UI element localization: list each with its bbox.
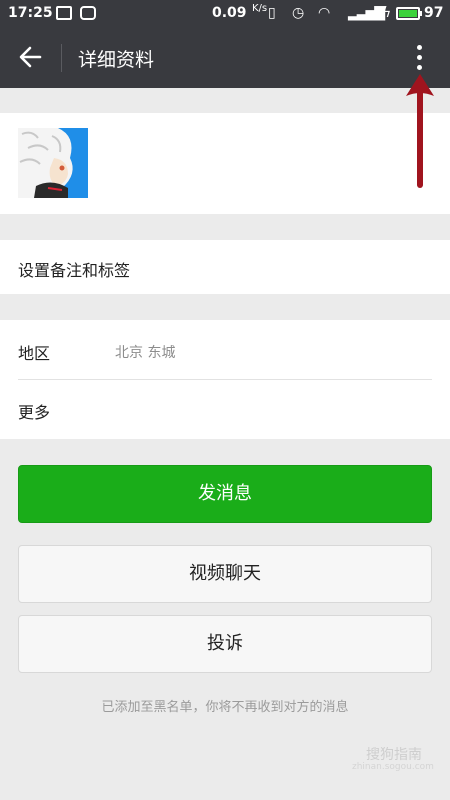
battery-cap: [420, 11, 422, 16]
net-speed-unit: K/s: [252, 3, 268, 14]
watermark-text: 搜狗指南: [366, 747, 422, 763]
region-label: 地区: [18, 344, 51, 363]
gallery-notification-icon: [56, 6, 72, 20]
avatar-illustration: [18, 128, 88, 198]
signal-icon: ▂▃▅▇: [348, 5, 385, 21]
remark-tags-row[interactable]: 设置备注和标签: [0, 240, 450, 294]
blacklist-notice: 已添加至黑名单，你将不再收到对方的消息: [101, 700, 349, 715]
region-value: 北京 东城: [115, 345, 176, 361]
net-speed: 0.09: [212, 5, 247, 21]
report-button[interactable]: 投诉: [18, 615, 432, 673]
watermark-url: zhinan.sogou.com: [352, 762, 434, 772]
title-divider: [61, 44, 62, 72]
video-chat-button[interactable]: 视频聊天: [18, 545, 432, 603]
title-bar: 详细资料: [0, 28, 450, 88]
avatar[interactable]: [18, 128, 88, 198]
charging-icon: ϟ: [382, 5, 392, 21]
info-list: 地区 北京 东城 更多: [0, 320, 450, 439]
back-button[interactable]: [16, 42, 46, 72]
annotation-arrow: [406, 74, 434, 188]
status-bar: 17:25 0.09 K/s ▯ ◷ ◠ ▂▃▅▇ ϟ 97: [0, 0, 450, 28]
wifi-icon: ◠: [318, 5, 331, 21]
more-vertical-icon-dot: [417, 55, 422, 60]
region-row: 地区 北京 东城: [0, 320, 450, 379]
more-row[interactable]: 更多: [0, 380, 450, 439]
vibrate-icon: ▯: [268, 5, 276, 21]
remark-tags-label: 设置备注和标签: [18, 261, 131, 280]
page-title: 详细资料: [78, 49, 155, 71]
battery-fill: [399, 10, 417, 17]
battery-icon: [396, 7, 420, 20]
alarm-icon: ◷: [292, 5, 305, 21]
battery-level: 97: [424, 5, 444, 21]
profile-card: [0, 113, 450, 214]
qq-notification-icon: [80, 6, 96, 20]
send-message-button[interactable]: 发消息: [18, 465, 432, 523]
more-vertical-icon: [417, 45, 422, 50]
arrow-left-icon: [19, 46, 42, 68]
status-time: 17:25: [8, 5, 53, 21]
more-label: 更多: [18, 403, 51, 422]
watermark: 搜狗指南 zhinan.sogou.com: [346, 744, 436, 776]
